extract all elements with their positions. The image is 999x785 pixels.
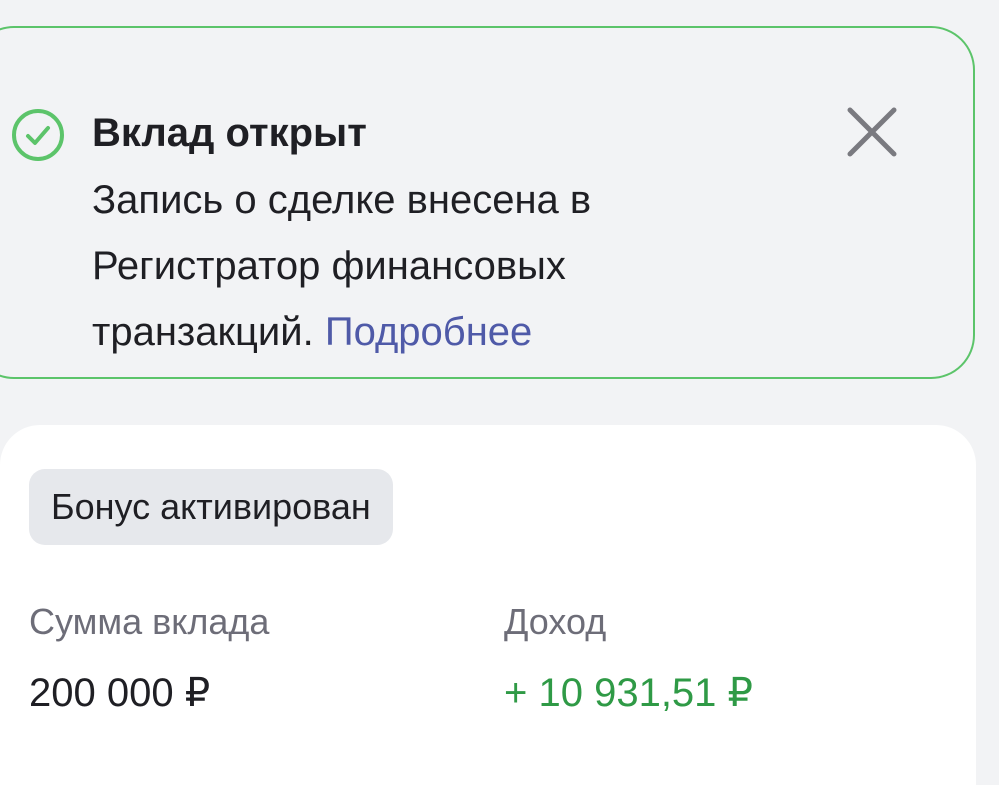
- income-label: Доход: [504, 601, 607, 642]
- deposit-card: Бонус активирован Сумма вклада Доход 200…: [0, 425, 976, 785]
- deposit-amount-label: Сумма вклада: [29, 601, 270, 642]
- notice-message-line: Запись о сделке внесена в: [92, 178, 592, 222]
- deposit-opened-notice: Вклад открыт Запись о сделке внесена в Р…: [0, 26, 975, 379]
- notice-message-line: Регистратор финансовых: [92, 244, 566, 288]
- more-details-link[interactable]: Подробнее: [325, 310, 532, 354]
- check-circle-icon: [12, 109, 64, 161]
- close-icon[interactable]: [842, 102, 902, 162]
- notice-message: Запись о сделке внесена в Регистратор фи…: [92, 167, 692, 365]
- notice-message-line-with-link: транзакций. Подробнее: [92, 299, 692, 365]
- deposit-amount-value: 200 000 ₽: [29, 671, 211, 715]
- bonus-activated-badge: Бонус активирован: [29, 469, 393, 545]
- income-value: + 10 931,51 ₽: [504, 671, 753, 715]
- notice-title: Вклад открыт: [92, 111, 367, 155]
- notice-message-tail: транзакций.: [92, 310, 314, 354]
